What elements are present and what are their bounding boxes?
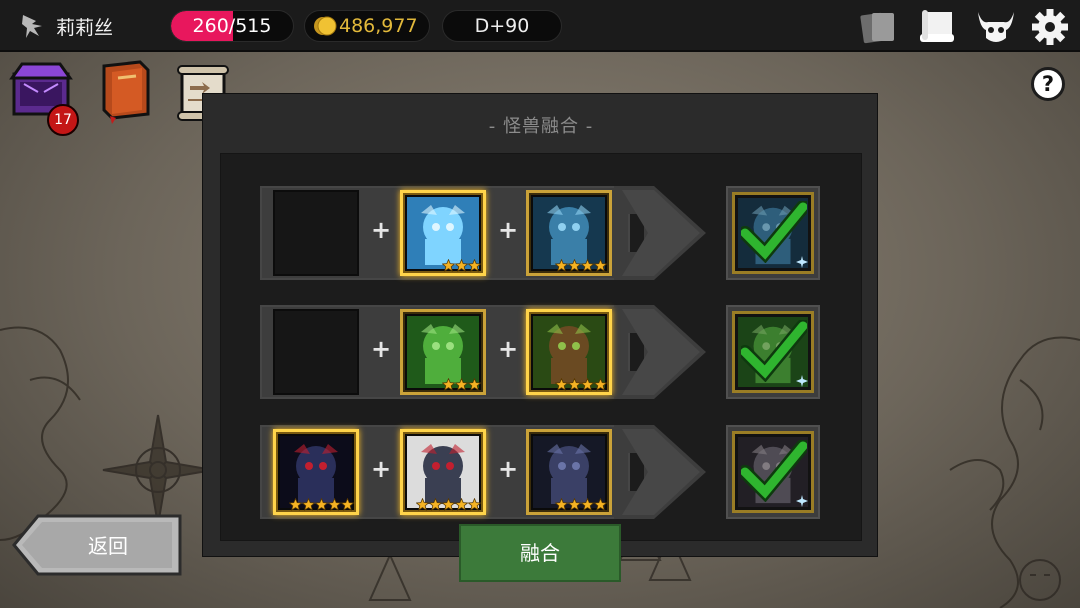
star-icon [455,498,468,511]
star-icon [455,378,468,391]
hp-current: 260 [192,15,229,37]
star-icon [328,498,341,511]
gear-icon[interactable] [1030,8,1070,46]
snowflake-icon [796,256,808,268]
star-icon [302,498,315,511]
plus-sign: + [498,216,519,244]
gold-counter: 486,977 [304,10,430,42]
result-card [732,311,814,393]
dragon-icon [22,15,42,38]
monster-card-treant-monster[interactable] [526,309,612,395]
star-rating [555,378,607,392]
plus-sign: + [498,335,519,363]
star-rating [442,259,481,273]
arrow-right-icon [614,186,706,280]
star-rating [289,498,354,512]
star-rating [555,498,607,512]
star-icon [555,498,568,511]
star-icon [581,498,594,511]
chest-count-badge: 17 [47,104,79,136]
coin-icon [314,16,337,36]
star-icon [568,378,581,391]
star-icon [429,498,442,511]
result-card [732,192,814,274]
plus-sign: + [371,335,392,363]
fusion-result-slot[interactable] [726,186,820,280]
compass-rose-icon [102,414,214,526]
star-icon [594,378,607,391]
arrow-right-icon [614,305,706,399]
demon-horns-icon[interactable] [976,8,1016,46]
star-icon [315,498,328,511]
hp-bar: 260/515 [170,10,294,42]
top-status-bar: 莉莉丝 260/515 486,977 D+90 [0,0,1080,52]
plus-sign: + [498,455,519,483]
fuse-button[interactable]: 融合 [459,524,621,582]
star-icon [468,259,481,272]
panel-title: - 怪兽融合 - [488,116,594,137]
monster-card-dark-witch-monster[interactable] [526,429,612,515]
star-icon [468,498,481,511]
help-button[interactable]: ? [1031,67,1065,101]
result-card [732,431,814,513]
fusion-result-slot[interactable] [726,305,820,399]
empty-fusion-slot[interactable] [273,309,359,395]
star-rating [555,259,607,273]
back-button-label: 返回 [88,534,128,558]
snowflake-icon [796,495,808,507]
star-icon [555,259,568,272]
star-icon [416,498,429,511]
monster-card-blue-girl-monster[interactable] [400,190,486,276]
star-rating [442,378,481,392]
monster-card-skeleton-knight-monster[interactable] [400,429,486,515]
star-icon [442,498,455,511]
arrow-right-icon [614,425,706,519]
star-icon [568,259,581,272]
empty-fusion-slot[interactable] [273,190,359,276]
star-icon [455,259,468,272]
gold-amount: 486,977 [339,15,418,37]
hp-max: 515 [235,15,272,37]
fusion-result-slot[interactable] [726,425,820,519]
checkmark-icon [741,201,807,263]
star-icon [555,378,568,391]
plus-sign: + [371,216,392,244]
player-name: 莉莉丝 [56,17,114,39]
monster-card-green-dryad-monster[interactable] [400,309,486,395]
spellbook-icon[interactable] [96,58,154,124]
cards-icon[interactable] [858,8,898,46]
monster-card-blue-golem-monster[interactable] [526,190,612,276]
checkmark-icon [741,320,807,382]
star-rating [416,498,481,512]
star-icon [442,259,455,272]
star-icon [594,259,607,272]
star-icon [341,498,354,511]
star-icon [581,259,594,272]
checkmark-icon [741,440,807,502]
monster-card-hooded-reaper-monster[interactable] [273,429,359,515]
star-icon [594,498,607,511]
star-icon [289,498,302,511]
scroll-icon[interactable] [918,8,958,46]
star-icon [568,498,581,511]
day-counter: D+90 [442,10,562,42]
star-icon [442,378,455,391]
star-icon [468,378,481,391]
snowflake-icon [796,375,808,387]
plus-sign: + [371,455,392,483]
star-icon [581,378,594,391]
